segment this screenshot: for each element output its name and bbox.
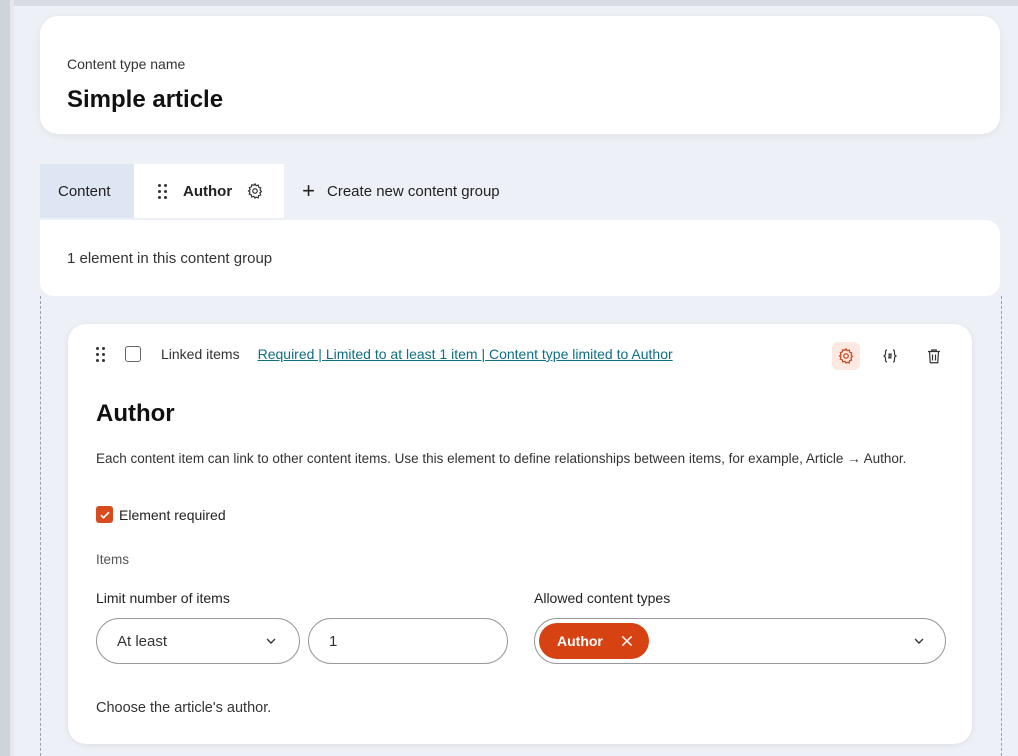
allowed-content-types-select[interactable]: Author [534,618,946,664]
element-config-summary-link[interactable]: Required | Limited to at least 1 item | … [258,346,673,362]
element-required-toggle[interactable]: Element required [96,506,226,523]
element-select-checkbox[interactable] [125,346,141,362]
close-icon[interactable] [619,633,635,649]
allowed-type-chip-label: Author [557,633,603,649]
element-codename-button[interactable] [876,342,904,370]
allowed-type-chip-author[interactable]: Author [539,623,649,659]
gear-icon[interactable] [246,182,264,200]
element-description: Each content item can link to other cont… [96,451,907,466]
chevron-down-icon [266,638,276,644]
content-type-name-label: Content type name [67,56,186,72]
tab-content[interactable]: Content [40,164,134,218]
tab-author[interactable]: Author [134,164,285,218]
drag-handle-icon[interactable] [158,183,167,199]
content-group-summary-card: 1 element in this content group [40,220,1000,296]
element-delete-button[interactable] [920,342,948,370]
tab-author-label: Author [183,182,233,200]
code-bracket-icon [882,349,898,363]
left-sidebar-edge [0,0,10,756]
limit-count-input[interactable] [308,618,508,664]
element-actions [816,342,948,370]
drag-handle-icon[interactable] [96,346,105,362]
element-header: Linked items Required | Limited to at le… [96,346,673,362]
content-group-summary: 1 element in this content group [67,250,273,267]
element-guidelines: Choose the article's author. [96,700,272,716]
limit-mode-value: At least [117,632,168,650]
create-content-group-button[interactable]: + Create new content group [284,164,517,218]
element-title[interactable]: Author [96,400,175,428]
limit-items-label: Limit number of items [96,590,230,606]
tab-content-label: Content [58,182,111,200]
create-content-group-label: Create new content group [327,182,500,200]
element-settings-button[interactable] [832,342,860,370]
chevron-down-icon [914,638,924,644]
gear-icon [838,347,854,365]
element-required-label: Element required [119,506,226,523]
limit-mode-select[interactable]: At least [96,618,300,664]
content-group-tabs: Content Author + Create new content grou… [40,164,518,218]
items-section-label: Items [96,552,130,567]
linked-items-element-card[interactable]: Linked items Required | Limited to at le… [68,324,972,744]
trash-icon [928,349,940,364]
plus-icon: + [302,178,316,203]
content-type-name-card[interactable]: Content type name Simple article [40,16,1000,134]
allowed-content-types-label: Allowed content types [534,590,671,606]
element-type-label: Linked items [161,346,240,362]
content-type-editor: Content type name Simple article Content… [14,6,1018,756]
content-type-name-value[interactable]: Simple article [67,86,223,114]
check-icon [99,511,110,519]
element-required-checkbox[interactable] [96,506,113,523]
